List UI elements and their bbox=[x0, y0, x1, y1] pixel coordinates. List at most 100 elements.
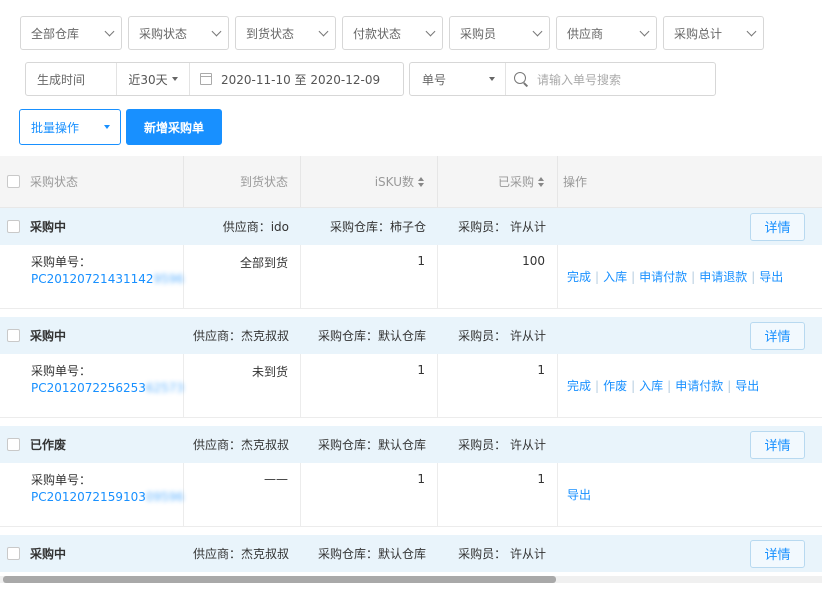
buyer-label: 采购员： 许从计 bbox=[458, 547, 546, 561]
warehouse-label: 采购仓库：默认仓库 bbox=[317, 547, 426, 561]
date-type-select[interactable]: 生成时间 bbox=[26, 63, 117, 95]
operations-cell: 完成 | 作废 | 入库 | 申请付款 | 导出 bbox=[558, 354, 822, 417]
caret-down-icon bbox=[104, 125, 110, 129]
separator: | bbox=[631, 378, 636, 393]
filter-select-label: 采购员 bbox=[460, 26, 497, 41]
details-button[interactable]: 详情 bbox=[750, 212, 805, 241]
date-range-preset-select[interactable]: 近30天 bbox=[117, 63, 190, 95]
purchased-cell: 1 bbox=[438, 354, 558, 417]
caret-down-icon bbox=[489, 77, 495, 81]
po-number-value: PC20120721431142 bbox=[31, 272, 154, 286]
chevron-down-icon bbox=[639, 26, 650, 36]
operation-link[interactable]: 导出 bbox=[759, 268, 783, 285]
filter-select[interactable]: 全部仓库 bbox=[20, 16, 122, 50]
po-number-label: 采购单号： bbox=[31, 473, 92, 487]
header-purchased[interactable]: 已采购 bbox=[438, 156, 558, 207]
filter-select-label: 供应商 bbox=[567, 26, 604, 41]
scrollbar-thumb[interactable] bbox=[3, 576, 556, 583]
operation-link[interactable]: 导出 bbox=[567, 486, 591, 503]
new-purchase-order-button[interactable]: 新增采购单 bbox=[126, 109, 222, 145]
batch-operations-label: 批量操作 bbox=[31, 120, 80, 135]
header-operations-label: 操作 bbox=[563, 175, 588, 189]
header-purchased-label: 已采购 bbox=[497, 175, 534, 189]
chevron-down-icon bbox=[746, 26, 757, 36]
po-number-obscured: 09596 bbox=[145, 490, 185, 504]
separator: | bbox=[631, 269, 636, 284]
po-number-link[interactable]: PC201207225625362573 bbox=[31, 380, 185, 397]
filter-select[interactable]: 采购状态 bbox=[128, 16, 229, 50]
details-button[interactable]: 详情 bbox=[750, 321, 805, 350]
operation-link[interactable]: 完成 bbox=[567, 377, 591, 394]
header-sku-count[interactable]: iSKU数 bbox=[301, 156, 438, 207]
filter-select-label: 到货状态 bbox=[246, 26, 295, 41]
supplier-label: 供应商：杰克叔叔 bbox=[192, 438, 289, 452]
search-field-select[interactable]: 单号 bbox=[410, 63, 506, 95]
po-number-value: PC2012072256253 bbox=[31, 381, 146, 395]
order-status: 采购中 bbox=[0, 545, 184, 562]
order-group: 已作废 供应商：杰克叔叔 采购仓库：默认仓库 采购员： 许从计 详情 采购单号： PC201… bbox=[0, 426, 822, 535]
caret-down-icon bbox=[171, 77, 178, 81]
header-status-label: 采购状态 bbox=[30, 175, 79, 189]
order-row: 采购单号： PC201207215910309596 —— 1 1 导出 bbox=[0, 463, 822, 527]
header-arrival: 到货状态 bbox=[184, 156, 301, 207]
filter-select[interactable]: 付款状态 bbox=[342, 16, 443, 50]
po-number-value: PC2012072159103 bbox=[31, 490, 146, 504]
filter-select[interactable]: 到货状态 bbox=[235, 16, 336, 50]
operation-link[interactable]: 入库 bbox=[639, 377, 663, 394]
operation-link[interactable]: 申请付款 bbox=[675, 377, 723, 394]
action-bar: 批量操作 新增采购单 bbox=[19, 109, 222, 145]
order-row: 采购单号： PC201207225625362573 未到货 1 1 完成 | 作废 | 入库 | 申… bbox=[0, 354, 822, 418]
details-button[interactable]: 详情 bbox=[750, 430, 805, 459]
batch-operations-button[interactable]: 批量操作 bbox=[19, 109, 121, 145]
row-checkbox[interactable] bbox=[7, 220, 20, 233]
chevron-down-icon bbox=[318, 26, 329, 36]
filter-select[interactable]: 采购总计 bbox=[663, 16, 764, 50]
order-group-header: 已作废 供应商：杰克叔叔 采购仓库：默认仓库 采购员： 许从计 详情 bbox=[0, 426, 822, 463]
select-all-checkbox[interactable] bbox=[7, 175, 20, 188]
sort-icon[interactable] bbox=[538, 176, 545, 187]
row-checkbox[interactable] bbox=[7, 547, 20, 560]
order-groups: 采购中 供应商：ido 采购仓库：柿子仓 采购员： 许从计 详情采购单号： PC20120… bbox=[0, 208, 822, 580]
date-range-value: 2020-11-10 至 2020-12-09 bbox=[221, 72, 381, 87]
po-number-link[interactable]: PC201207215910309596 bbox=[31, 489, 185, 506]
order-status-label: 采购中 bbox=[30, 547, 67, 561]
chevron-down-icon bbox=[425, 26, 436, 36]
arrival-status-cell: 未到货 bbox=[184, 354, 301, 417]
operation-link[interactable]: 导出 bbox=[735, 377, 759, 394]
order-status-label: 已作废 bbox=[30, 438, 67, 452]
purchased-cell: 1 bbox=[438, 463, 558, 526]
chevron-down-icon bbox=[532, 26, 543, 36]
order-group: 采购中 供应商：杰克叔叔 采购仓库：默认仓库 采购员： 许从计 详情 采购单号： PC201… bbox=[0, 317, 822, 426]
po-number-label: 采购单号： bbox=[31, 255, 92, 269]
operation-link[interactable]: 作废 bbox=[603, 377, 627, 394]
separator: | bbox=[727, 378, 732, 393]
po-number-obscured: 62573 bbox=[145, 381, 185, 395]
warehouse-label: 采购仓库：默认仓库 bbox=[317, 329, 426, 343]
operation-link[interactable]: 入库 bbox=[603, 268, 627, 285]
details-button[interactable]: 详情 bbox=[750, 539, 805, 568]
order-status: 已作废 bbox=[0, 436, 184, 453]
row-checkbox[interactable] bbox=[7, 329, 20, 342]
arrival-status-cell: 全部到货 bbox=[184, 245, 301, 308]
horizontal-scrollbar[interactable] bbox=[0, 576, 822, 583]
filter-select[interactable]: 采购员 bbox=[449, 16, 550, 50]
filter-select[interactable]: 供应商 bbox=[556, 16, 657, 50]
row-checkbox[interactable] bbox=[7, 438, 20, 451]
sort-icon[interactable] bbox=[418, 176, 425, 187]
filter-select-label: 采购总计 bbox=[674, 26, 723, 41]
order-header-actions: 详情 bbox=[558, 321, 822, 350]
separator: | bbox=[595, 269, 600, 284]
warehouse-label: 采购仓库：默认仓库 bbox=[317, 438, 426, 452]
filter-bar: 全部仓库 采购状态 到货状态 付款状态 采购员 供应商 采购总计 bbox=[20, 16, 770, 50]
separator: | bbox=[667, 378, 672, 393]
order-group-header: 采购中 供应商：ido 采购仓库：柿子仓 采购员： 许从计 详情 bbox=[0, 208, 822, 245]
operation-link[interactable]: 完成 bbox=[567, 268, 591, 285]
po-number-label: 采购单号： bbox=[31, 364, 92, 378]
operation-link[interactable]: 申请付款 bbox=[639, 268, 687, 285]
sku-count-cell: 1 bbox=[301, 463, 438, 526]
order-group: 采购中 供应商：ido 采购仓库：柿子仓 采购员： 许从计 详情采购单号： PC20120… bbox=[0, 208, 822, 317]
search-input[interactable]: 请输入单号搜索 bbox=[506, 71, 621, 88]
po-number-link[interactable]: PC201207214311429596 bbox=[31, 271, 184, 288]
date-range-picker[interactable]: 2020-11-10 至 2020-12-09 bbox=[190, 71, 380, 88]
operation-link[interactable]: 申请退款 bbox=[699, 268, 747, 285]
